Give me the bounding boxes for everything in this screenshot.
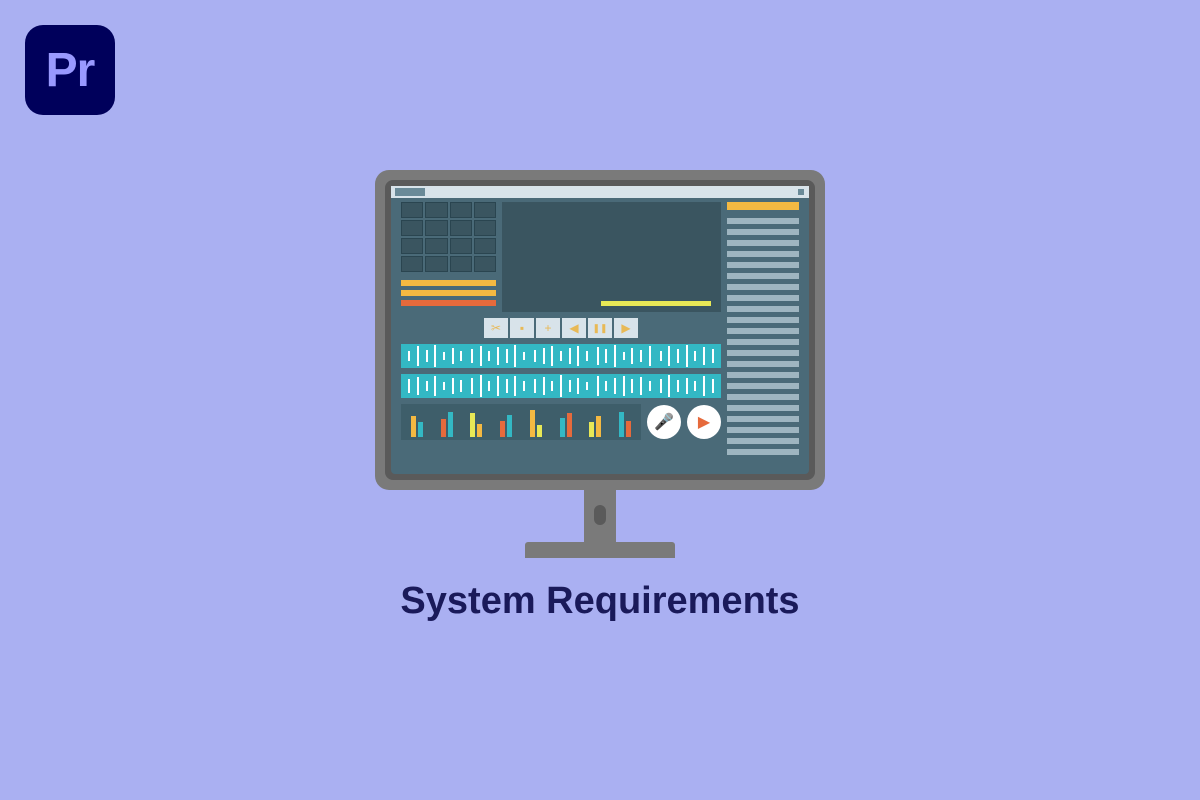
grid-cell (450, 256, 472, 272)
list-item (727, 383, 799, 389)
caption-text: System Requirements (400, 580, 799, 623)
list-item (727, 251, 799, 257)
titlebar-tab (395, 188, 425, 196)
grid-cell (450, 220, 472, 236)
app-icon-label: Pr (46, 43, 95, 98)
next-icon: ▶ (614, 318, 638, 338)
list-item (727, 229, 799, 235)
grid-cell (401, 256, 423, 272)
list-item (727, 405, 799, 411)
list-item (727, 427, 799, 433)
audio-mixer (401, 404, 641, 440)
audio-waveform-track (401, 374, 721, 398)
list-item (727, 350, 799, 356)
add-icon: + (536, 318, 560, 338)
list-item (727, 240, 799, 246)
window-titlebar (391, 186, 809, 198)
grid-cell (401, 220, 423, 236)
grid-cell (474, 256, 496, 272)
list-item (727, 416, 799, 422)
list-item (727, 361, 799, 367)
grid-cell (401, 202, 423, 218)
grid-cell (474, 202, 496, 218)
prev-icon: ◀ (562, 318, 586, 338)
list-item (727, 372, 799, 378)
playback-controls: ✂ ▪ + ◀ ❚❚ ▶ (401, 318, 721, 338)
list-item (727, 284, 799, 290)
list-item (727, 449, 799, 455)
list-item (727, 273, 799, 279)
audio-waveform-track (401, 344, 721, 368)
list-item (727, 438, 799, 444)
premiere-pro-icon: Pr (25, 25, 115, 115)
clip-icon: ▪ (510, 318, 534, 338)
grid-cell (450, 238, 472, 254)
thumbnail-grid (401, 202, 496, 272)
list-item (727, 262, 799, 268)
grid-cell (450, 202, 472, 218)
list-item (727, 394, 799, 400)
list-item (727, 317, 799, 323)
grid-cell (474, 220, 496, 236)
panel-bar (401, 290, 496, 296)
preview-window (502, 202, 721, 312)
titlebar-button (798, 189, 804, 195)
list-item (727, 295, 799, 301)
side-accent (727, 202, 799, 210)
grid-cell (474, 238, 496, 254)
timeline-marker (601, 301, 711, 306)
pause-icon: ❚❚ (588, 318, 612, 338)
list-item (727, 328, 799, 334)
side-panel (727, 202, 799, 464)
stand-hole (594, 505, 606, 525)
grid-cell (425, 256, 447, 272)
monitor-bezel: ✂ ▪ + ◀ ❚❚ ▶ (385, 180, 815, 480)
editor-screen: ✂ ▪ + ◀ ❚❚ ▶ (391, 186, 809, 474)
microphone-icon: 🎤 (647, 405, 681, 439)
monitor-stand-base (525, 542, 675, 558)
grid-cell (425, 202, 447, 218)
monitor-frame: ✂ ▪ + ◀ ❚❚ ▶ (375, 170, 825, 490)
grid-cell (425, 220, 447, 236)
play-icon: ▶ (687, 405, 721, 439)
monitor-illustration: ✂ ▪ + ◀ ❚❚ ▶ (375, 170, 825, 558)
panel-bar (401, 280, 496, 286)
monitor-stand-neck (584, 490, 616, 542)
list-item (727, 218, 799, 224)
grid-cell (425, 238, 447, 254)
grid-cell (401, 238, 423, 254)
panel-bar (401, 300, 496, 306)
list-item (727, 306, 799, 312)
thumbnail-grid-panel (401, 202, 496, 312)
list-item (727, 339, 799, 345)
cut-icon: ✂ (484, 318, 508, 338)
